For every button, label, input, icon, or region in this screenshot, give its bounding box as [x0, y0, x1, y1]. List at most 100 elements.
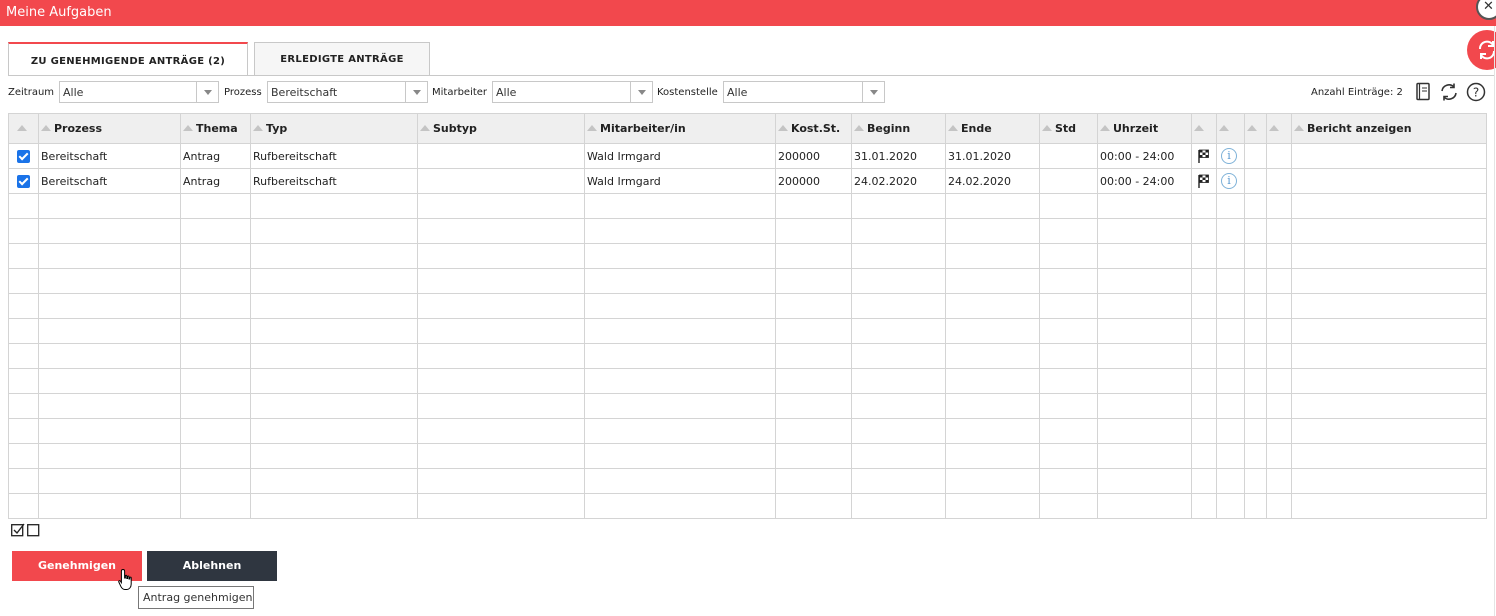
empty-cell [1216, 318, 1245, 344]
filter-zeitraum-select[interactable]: Alle [59, 81, 219, 103]
help-icon[interactable]: ? [1466, 82, 1486, 102]
cell-bericht[interactable] [1291, 168, 1487, 194]
cell-info[interactable]: i [1216, 168, 1245, 194]
col-header-beginn[interactable]: Beginn [851, 113, 946, 144]
cell-info[interactable]: i [1216, 143, 1245, 169]
empty-cell [1097, 468, 1192, 494]
report-icon[interactable] [1413, 82, 1433, 102]
empty-cell [945, 343, 1040, 369]
empty-cell [1216, 293, 1245, 319]
row-checkbox-cell[interactable] [8, 143, 39, 169]
empty-cell [38, 218, 181, 244]
empty-cell [1291, 393, 1487, 419]
sort-icon[interactable] [1294, 125, 1304, 131]
sort-icon[interactable] [183, 125, 193, 131]
info-icon[interactable]: i [1221, 173, 1237, 189]
col-header-status[interactable] [1191, 113, 1217, 144]
cell-thema: Antrag [180, 143, 251, 169]
col-header-ende[interactable]: Ende [945, 113, 1040, 144]
empty-cell [250, 393, 418, 419]
checkered-flag-icon [1198, 149, 1209, 163]
filter-kostenstelle-select[interactable]: Alle [723, 81, 885, 103]
chevron-down-icon[interactable] [630, 82, 652, 102]
filter-prozess-select[interactable]: Bereitschaft [267, 81, 428, 103]
sort-icon[interactable] [1219, 125, 1229, 131]
tab-completed[interactable]: ERLEDIGTE ANTRÄGE [254, 42, 430, 76]
tab-pending[interactable]: ZU GENEHMIGENDE ANTRÄGE (2) [8, 42, 248, 76]
sort-icon[interactable] [1194, 125, 1204, 131]
empty-cell [180, 318, 251, 344]
sort-icon[interactable] [17, 125, 27, 131]
cell-bericht[interactable] [1291, 143, 1487, 169]
refresh-fab-button[interactable] [1467, 30, 1496, 70]
col-header-info[interactable] [1216, 113, 1245, 144]
chevron-down-icon[interactable] [196, 82, 218, 102]
empty-cell [1191, 368, 1217, 394]
empty-cell [417, 193, 585, 219]
col-header-extra-2[interactable] [1266, 113, 1292, 144]
empty-cell [250, 443, 418, 469]
sort-icon[interactable] [587, 125, 597, 131]
sort-icon[interactable] [1269, 125, 1279, 131]
chevron-down-icon[interactable] [405, 82, 427, 102]
col-header-subtyp[interactable]: Subtyp [417, 113, 585, 144]
sort-icon[interactable] [854, 125, 864, 131]
row-checkbox[interactable] [17, 174, 30, 188]
empty-cell [1191, 493, 1217, 519]
info-icon[interactable]: i [1221, 148, 1237, 164]
row-checkbox-cell[interactable] [8, 168, 39, 194]
empty-cell [1244, 218, 1267, 244]
sort-icon[interactable] [948, 125, 958, 131]
window-title: Meine Aufgaben [6, 5, 112, 20]
empty-cell [1291, 343, 1487, 369]
table-row[interactable]: Bereitschaft Antrag Rufbereitschaft Wald… [8, 143, 1487, 169]
sort-icon[interactable] [420, 125, 430, 131]
col-header-extra-1[interactable] [1244, 113, 1267, 144]
col-header-bericht[interactable]: Bericht anzeigen [1291, 113, 1487, 144]
chevron-down-icon[interactable] [862, 82, 884, 102]
empty-cell [1191, 293, 1217, 319]
row-checkbox[interactable] [17, 149, 30, 163]
empty-cell [250, 218, 418, 244]
empty-cell [584, 268, 776, 294]
approve-tooltip: Antrag genehmigen [138, 586, 254, 609]
col-header-std[interactable]: Std [1039, 113, 1098, 144]
table-row[interactable]: Bereitschaft Antrag Rufbereitschaft Wald… [8, 168, 1487, 194]
empty-cell [1039, 343, 1098, 369]
select-all-icon[interactable] [11, 523, 41, 537]
col-header-kostst[interactable]: Kost.St. [775, 113, 852, 144]
empty-cell [584, 243, 776, 269]
empty-cell [1291, 193, 1487, 219]
sort-icon[interactable] [41, 125, 51, 131]
empty-cell [945, 318, 1040, 344]
sort-icon[interactable] [1042, 125, 1052, 131]
empty-cell [1039, 268, 1098, 294]
refresh-icon[interactable] [1439, 82, 1459, 102]
col-header-prozess[interactable]: Prozess [38, 113, 181, 144]
col-header-uhrzeit[interactable]: Uhrzeit [1097, 113, 1192, 144]
cell-beginn: 24.02.2020 [851, 168, 946, 194]
select-all-toggle[interactable] [11, 523, 41, 540]
filter-mitarbeiter-select[interactable]: Alle [492, 81, 653, 103]
empty-cell [417, 443, 585, 469]
col-header-select[interactable] [8, 113, 39, 144]
empty-cell [1291, 243, 1487, 269]
col-header-typ[interactable]: Typ [250, 113, 418, 144]
sort-icon[interactable] [778, 125, 788, 131]
sort-icon[interactable] [253, 125, 263, 131]
empty-cell [8, 393, 39, 419]
sort-icon[interactable] [1100, 125, 1110, 131]
filter-mitarbeiter-label: Mitarbeiter [432, 87, 488, 98]
empty-cell [250, 493, 418, 519]
col-header-mitarbeiter[interactable]: Mitarbeiter/in [584, 113, 776, 144]
empty-cell [1244, 293, 1267, 319]
col-header-thema[interactable]: Thema [180, 113, 251, 144]
empty-cell [775, 268, 852, 294]
empty-cell [775, 493, 852, 519]
sort-icon[interactable] [1247, 125, 1257, 131]
empty-table-row [8, 243, 1487, 269]
empty-cell [851, 443, 946, 469]
empty-cell [945, 443, 1040, 469]
empty-cell [1191, 418, 1217, 444]
reject-button[interactable]: Ablehnen [147, 551, 277, 581]
